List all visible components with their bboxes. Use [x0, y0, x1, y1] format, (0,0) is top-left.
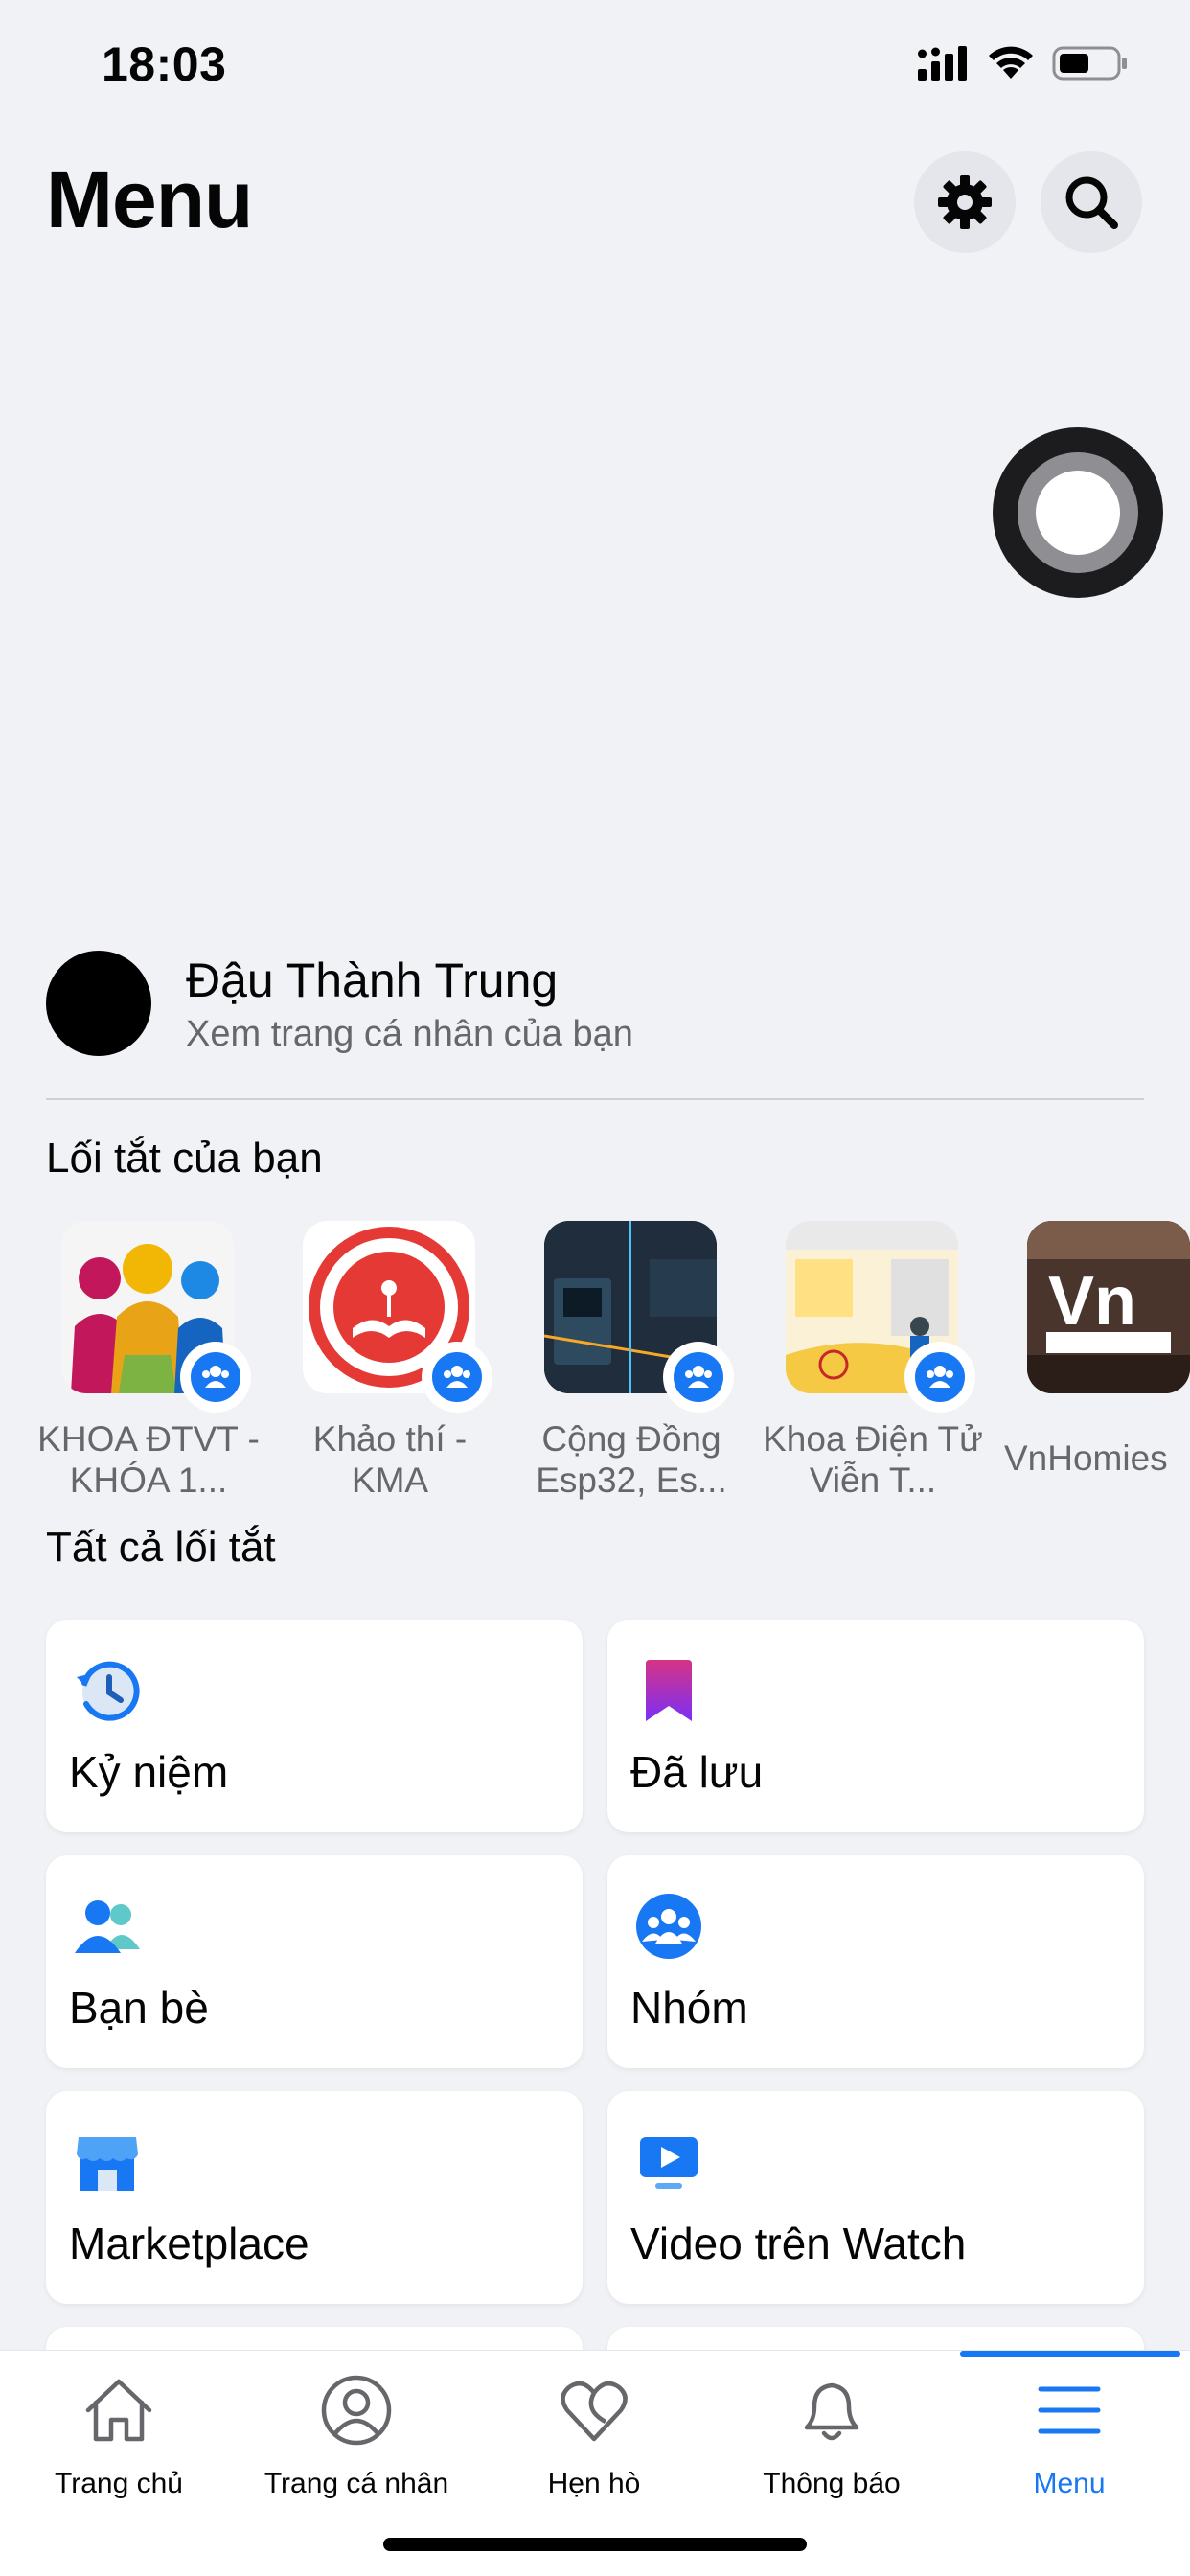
- tab-label: Trang cá nhân: [263, 2468, 449, 2499]
- card-label: Video trên Watch: [630, 2219, 967, 2268]
- gear-icon: [938, 175, 992, 229]
- watch-card[interactable]: Video trên Watch: [607, 2091, 1144, 2304]
- saved-icon: [646, 1660, 692, 1721]
- card-label: Kỷ niệm: [69, 1747, 229, 1797]
- memories-icon: [77, 1661, 140, 1721]
- marketplace-icon: [77, 2137, 138, 2191]
- status-time: 18:03: [102, 37, 227, 91]
- tab-menu[interactable]: Menu: [950, 2351, 1188, 2576]
- shortcut-label: Cộng Đồng Esp32, Es...: [536, 1419, 727, 1500]
- group-badge-icon: [444, 1366, 470, 1388]
- card-label: Marketplace: [69, 2219, 309, 2268]
- shortcut-label: VnHomies: [1004, 1438, 1168, 1478]
- battery-icon: [1052, 46, 1127, 80]
- groups-icon: [636, 1894, 701, 1959]
- dating-icon: [561, 2380, 628, 2442]
- profile-subtitle[interactable]: Xem trang cá nhân của bạn: [186, 1014, 633, 1055]
- card-label: Nhóm: [630, 1983, 748, 2033]
- group-badge-icon: [685, 1366, 712, 1388]
- bell-icon: [804, 2382, 859, 2441]
- shortcut-label: Khoa Điện Tử Viễn T...: [763, 1419, 983, 1500]
- tab-label: Menu: [1033, 2468, 1106, 2499]
- card-label: Đã lưu: [630, 1747, 764, 1797]
- page-title: Menu: [46, 154, 253, 244]
- home-icon: [85, 2379, 152, 2442]
- all-shortcuts-title: Tất cả lối tắt: [46, 1524, 276, 1571]
- memories-card[interactable]: Kỷ niệm: [46, 1620, 583, 1832]
- shortcut-label: KHOA ĐTVT - KHÓA 1...: [37, 1419, 260, 1500]
- shortcut-label: Khảo thí - KMA: [312, 1419, 468, 1500]
- cellular-signal-icon: [918, 46, 967, 80]
- avatar[interactable]: [46, 951, 151, 1056]
- tab-home[interactable]: Trang chủ: [0, 2351, 238, 2576]
- friends-card[interactable]: Bạn bè: [46, 1855, 583, 2068]
- home-indicator[interactable]: [383, 2538, 807, 2551]
- profile-icon: [321, 2375, 392, 2446]
- status-bar: 18:03: [0, 0, 1190, 128]
- svg-text:Vn: Vn: [1048, 1263, 1136, 1340]
- settings-button[interactable]: [914, 151, 1016, 253]
- search-button[interactable]: [1041, 151, 1142, 253]
- tab-label: Thông báo: [763, 2468, 901, 2499]
- profile-name[interactable]: Đậu Thành Trung: [186, 953, 558, 1008]
- assistive-touch-button[interactable]: [993, 427, 1163, 598]
- divider: [46, 1098, 1144, 1100]
- group-thumbnail: Vn: [1027, 1221, 1190, 1393]
- search-icon: [1065, 176, 1118, 229]
- wifi-icon: [989, 46, 1033, 79]
- card-label: Bạn bè: [69, 1983, 209, 2033]
- tab-label: Hẹn hò: [547, 2468, 641, 2499]
- groups-card[interactable]: Nhóm: [607, 1855, 1144, 2068]
- group-badge-icon: [202, 1366, 229, 1388]
- marketplace-card[interactable]: Marketplace: [46, 2091, 583, 2304]
- friends-icon: [75, 1900, 140, 1953]
- group-badge-icon: [927, 1366, 953, 1388]
- watch-icon: [640, 2137, 698, 2189]
- menu-icon: [1038, 2386, 1101, 2434]
- tab-label: Trang chủ: [55, 2468, 183, 2499]
- saved-card[interactable]: Đã lưu: [607, 1620, 1144, 1832]
- shortcuts-title: Lối tắt của bạn: [46, 1135, 323, 1182]
